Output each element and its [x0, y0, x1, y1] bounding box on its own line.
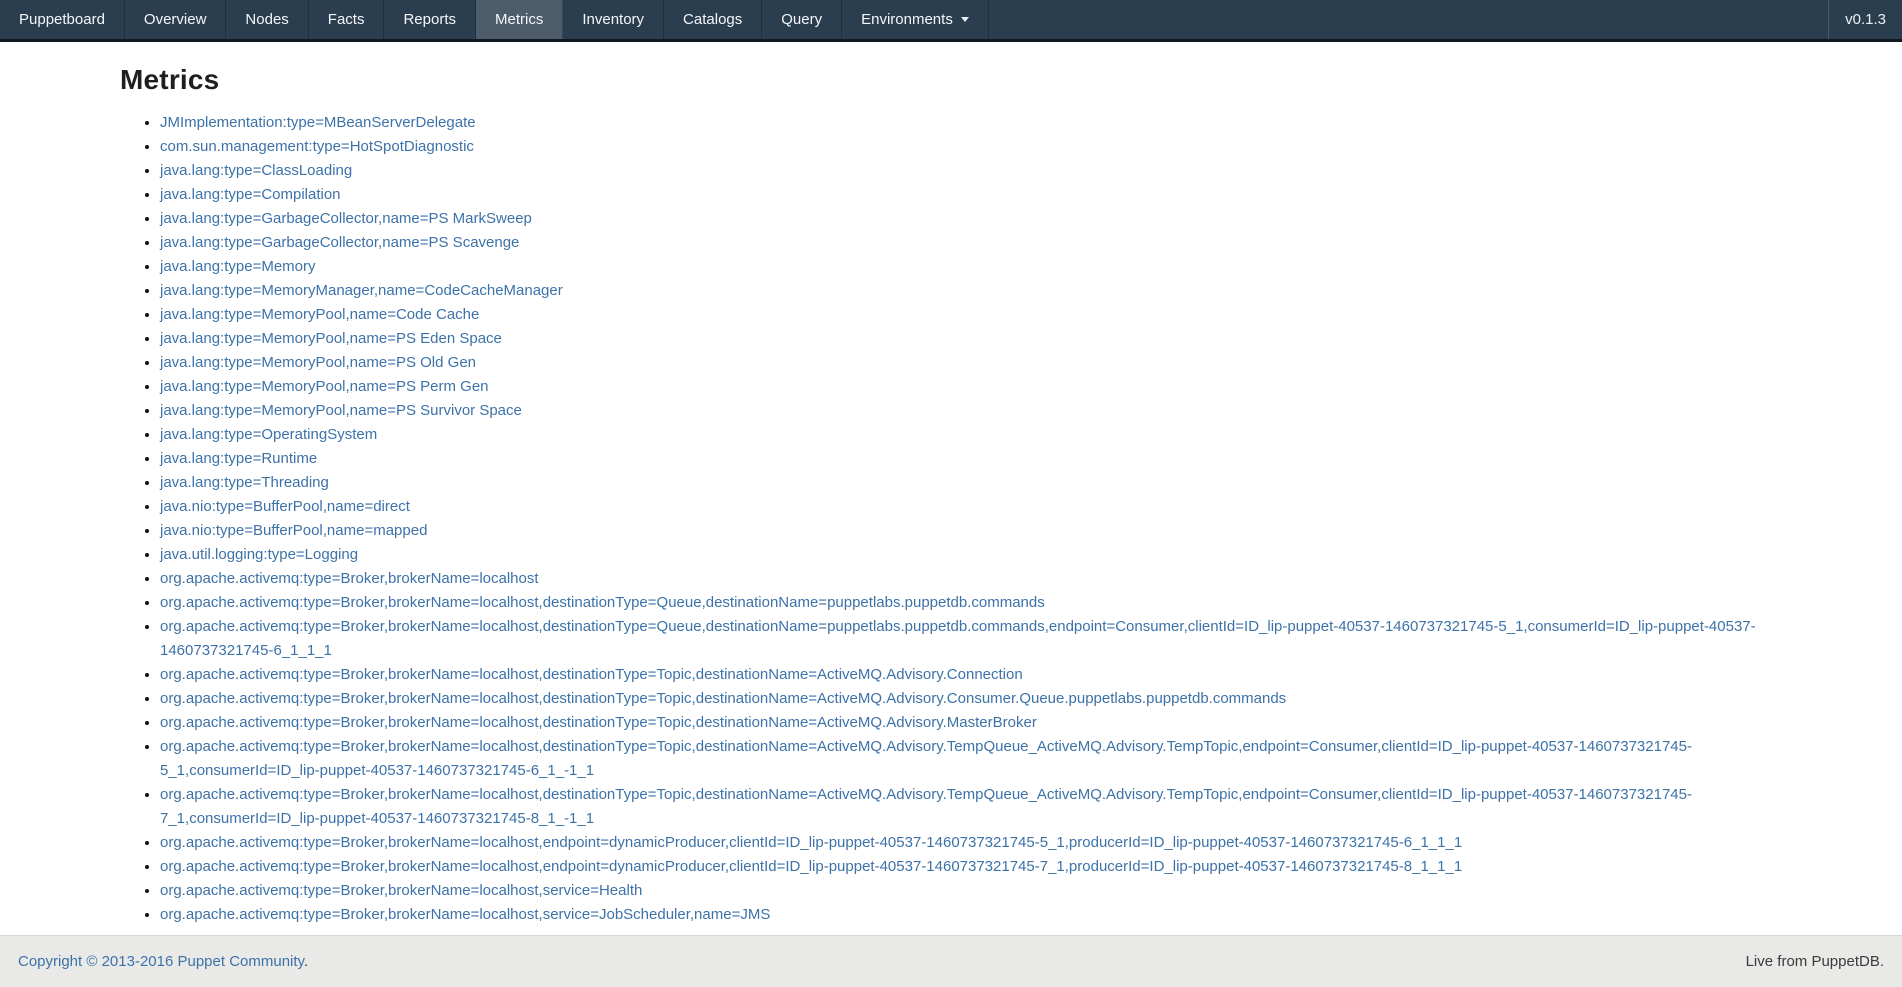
metric-link[interactable]: org.apache.activemq:type=Broker,brokerNa…	[160, 666, 1023, 683]
metric-link[interactable]: org.apache.activemq:type=Broker,brokerNa…	[160, 618, 1756, 659]
list-item: org.apache.activemq:type=Broker,brokerNa…	[160, 783, 1812, 831]
list-item: org.apache.activemq:type=Broker,brokerNa…	[160, 831, 1812, 855]
metric-link[interactable]: java.lang:type=MemoryPool,name=PS Surviv…	[160, 402, 522, 419]
metric-link[interactable]: org.apache.activemq:type=Broker,brokerNa…	[160, 834, 1462, 851]
metric-link[interactable]: org.apache.activemq:type=Broker,brokerNa…	[160, 570, 539, 587]
nav-item-overview[interactable]: Overview	[125, 0, 227, 39]
nav-item-metrics[interactable]: Metrics	[476, 0, 563, 39]
metric-link[interactable]: java.lang:type=Compilation	[160, 186, 341, 203]
metric-link[interactable]: java.lang:type=Runtime	[160, 450, 317, 467]
nav-item-reports[interactable]: Reports	[384, 0, 476, 39]
metric-link[interactable]: org.apache.activemq:type=Broker,brokerNa…	[160, 906, 770, 923]
list-item: org.apache.activemq:type=Broker,brokerNa…	[160, 855, 1812, 879]
copyright-period: .	[304, 953, 308, 970]
list-item: JMImplementation:type=MBeanServerDelegat…	[160, 111, 1812, 135]
metric-link[interactable]: java.lang:type=MemoryPool,name=PS Eden S…	[160, 330, 502, 347]
list-item: java.lang:type=ClassLoading	[160, 159, 1812, 183]
list-item: org.apache.activemq:type=Broker,brokerNa…	[160, 903, 1812, 927]
metric-link[interactable]: java.lang:type=Memory	[160, 258, 316, 275]
nav-brand-puppetboard[interactable]: Puppetboard	[0, 0, 125, 39]
list-item: org.apache.activemq:type=Broker,brokerNa…	[160, 615, 1812, 663]
metric-link[interactable]: com.sun.management:type=HotSpotDiagnosti…	[160, 138, 474, 155]
metric-link[interactable]: java.lang:type=MemoryPool,name=PS Perm G…	[160, 378, 489, 395]
page-footer: Copyright © 2013-2016 Puppet Community. …	[0, 935, 1902, 987]
metric-link[interactable]: java.lang:type=Threading	[160, 474, 329, 491]
metric-link[interactable]: java.util.logging:type=Logging	[160, 546, 358, 563]
metric-link[interactable]: java.nio:type=BufferPool,name=direct	[160, 498, 410, 515]
metric-link[interactable]: org.apache.activemq:type=Broker,brokerNa…	[160, 858, 1462, 875]
metric-link[interactable]: org.apache.activemq:type=Broker,brokerNa…	[160, 714, 1037, 731]
metric-link[interactable]: java.lang:type=MemoryPool,name=Code Cach…	[160, 306, 479, 323]
metric-link[interactable]: org.apache.activemq:type=Broker,brokerNa…	[160, 882, 642, 899]
environments-label: Environments	[861, 11, 953, 28]
metrics-list: JMImplementation:type=MBeanServerDelegat…	[120, 111, 1812, 927]
chevron-down-icon	[961, 17, 969, 22]
metric-link[interactable]: java.lang:type=GarbageCollector,name=PS …	[160, 210, 532, 227]
list-item: java.lang:type=Runtime	[160, 447, 1812, 471]
nav-item-nodes[interactable]: Nodes	[226, 0, 308, 39]
list-item: org.apache.activemq:type=Broker,brokerNa…	[160, 687, 1812, 711]
list-item: java.util.logging:type=Logging	[160, 543, 1812, 567]
list-item: java.lang:type=OperatingSystem	[160, 423, 1812, 447]
list-item: java.lang:type=MemoryPool,name=PS Perm G…	[160, 375, 1812, 399]
footer-status-text: Live from PuppetDB.	[1746, 953, 1884, 970]
list-item: java.nio:type=BufferPool,name=mapped	[160, 519, 1812, 543]
list-item: java.lang:type=Memory	[160, 255, 1812, 279]
copyright-link[interactable]: Copyright © 2013-2016 Puppet Community	[18, 953, 304, 970]
navbar-nav: Puppetboard Overview Nodes Facts Reports…	[0, 0, 989, 39]
metric-link[interactable]: java.nio:type=BufferPool,name=mapped	[160, 522, 427, 539]
list-item: java.lang:type=MemoryPool,name=PS Eden S…	[160, 327, 1812, 351]
metric-link[interactable]: java.lang:type=MemoryPool,name=PS Old Ge…	[160, 354, 476, 371]
metric-link[interactable]: JMImplementation:type=MBeanServerDelegat…	[160, 114, 476, 131]
footer-copyright: Copyright © 2013-2016 Puppet Community.	[18, 953, 308, 970]
nav-item-query[interactable]: Query	[762, 0, 842, 39]
list-item: java.lang:type=GarbageCollector,name=PS …	[160, 231, 1812, 255]
top-navbar: Puppetboard Overview Nodes Facts Reports…	[0, 0, 1902, 42]
nav-item-inventory[interactable]: Inventory	[563, 0, 664, 39]
list-item: java.nio:type=BufferPool,name=direct	[160, 495, 1812, 519]
nav-item-environments-dropdown[interactable]: Environments	[842, 0, 989, 39]
list-item: java.lang:type=MemoryPool,name=Code Cach…	[160, 303, 1812, 327]
list-item: java.lang:type=GarbageCollector,name=PS …	[160, 207, 1812, 231]
metric-link[interactable]: java.lang:type=GarbageCollector,name=PS …	[160, 234, 519, 251]
metric-link[interactable]: org.apache.activemq:type=Broker,brokerNa…	[160, 594, 1045, 611]
app-version-badge: v0.1.3	[1828, 0, 1902, 39]
puppetboard-app: Puppetboard Overview Nodes Facts Reports…	[0, 0, 1902, 987]
page-title: Metrics	[120, 64, 1812, 96]
list-item: java.lang:type=Threading	[160, 471, 1812, 495]
list-item: org.apache.activemq:type=Broker,brokerNa…	[160, 735, 1812, 783]
list-item: java.lang:type=MemoryManager,name=CodeCa…	[160, 279, 1812, 303]
main-content: Metrics JMImplementation:type=MBeanServe…	[0, 64, 1902, 927]
list-item: java.lang:type=MemoryPool,name=PS Surviv…	[160, 399, 1812, 423]
metric-link[interactable]: java.lang:type=MemoryManager,name=CodeCa…	[160, 282, 563, 299]
nav-item-catalogs[interactable]: Catalogs	[664, 0, 762, 39]
metric-link[interactable]: java.lang:type=OperatingSystem	[160, 426, 377, 443]
list-item: org.apache.activemq:type=Broker,brokerNa…	[160, 879, 1812, 903]
list-item: java.lang:type=MemoryPool,name=PS Old Ge…	[160, 351, 1812, 375]
metric-link[interactable]: java.lang:type=ClassLoading	[160, 162, 352, 179]
metric-link[interactable]: org.apache.activemq:type=Broker,brokerNa…	[160, 786, 1692, 827]
nav-item-facts[interactable]: Facts	[309, 0, 385, 39]
list-item: org.apache.activemq:type=Broker,brokerNa…	[160, 567, 1812, 591]
metric-link[interactable]: org.apache.activemq:type=Broker,brokerNa…	[160, 738, 1692, 779]
list-item: com.sun.management:type=HotSpotDiagnosti…	[160, 135, 1812, 159]
list-item: org.apache.activemq:type=Broker,brokerNa…	[160, 663, 1812, 687]
metric-link[interactable]: org.apache.activemq:type=Broker,brokerNa…	[160, 690, 1286, 707]
list-item: java.lang:type=Compilation	[160, 183, 1812, 207]
list-item: org.apache.activemq:type=Broker,brokerNa…	[160, 591, 1812, 615]
list-item: org.apache.activemq:type=Broker,brokerNa…	[160, 711, 1812, 735]
